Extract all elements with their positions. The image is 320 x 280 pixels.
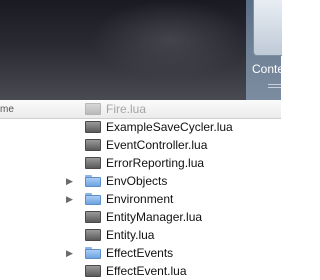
folder-icon (85, 193, 101, 205)
file-row[interactable]: EntityManager.lua (0, 208, 281, 226)
lua-file-icon (85, 211, 101, 223)
scrolled-file-label: Fire.lua (106, 102, 147, 116)
file-name-label: Environment (106, 192, 174, 206)
column-header: me Fire.lua (0, 100, 281, 119)
scrolled-file-item: Fire.lua (85, 102, 146, 116)
file-name-label: EventController.lua (106, 138, 208, 152)
file-name-label: EntityManager.lua (106, 210, 203, 224)
folder-icon (85, 175, 101, 187)
lua-file-icon (85, 229, 101, 241)
file-name-label: EnvObjects (106, 174, 168, 188)
lua-file-icon (85, 157, 101, 169)
folder-row[interactable]: ▶ EffectEvents (0, 244, 281, 262)
toolbar-blur (90, 0, 250, 80)
file-name-label: EffectEvents (106, 246, 174, 260)
side-panel-label: Conte (252, 62, 285, 76)
file-name-label: ErrorReporting.lua (106, 156, 205, 170)
name-column-header[interactable]: me (0, 104, 14, 115)
disclosure-triangle-icon[interactable]: ▶ (66, 248, 73, 259)
file-list: ExampleSaveCycler.lua EventController.lua… (0, 118, 281, 280)
file-row[interactable]: EventController.lua (0, 136, 281, 154)
lua-file-icon (85, 265, 101, 277)
file-name-label: ExampleSaveCycler.lua (106, 120, 233, 134)
disclosure-triangle-icon[interactable]: ▶ (66, 176, 73, 187)
folder-icon (85, 247, 101, 259)
file-row[interactable]: EffectEvent.lua (0, 262, 281, 280)
file-name-label: Entity.lua (106, 228, 155, 242)
folder-row[interactable]: ▶ EnvObjects (0, 172, 281, 190)
disclosure-triangle-icon[interactable]: ▶ (66, 194, 73, 205)
lua-file-icon (85, 139, 101, 151)
folder-row[interactable]: ▶ Environment (0, 190, 281, 208)
lua-file-icon (85, 103, 101, 115)
lua-file-icon (85, 121, 101, 133)
file-row[interactable]: Entity.lua (0, 226, 281, 244)
preview-thumbnail[interactable] (253, 0, 282, 56)
file-row[interactable]: ExampleSaveCycler.lua (0, 118, 281, 136)
file-row[interactable]: ErrorReporting.lua (0, 154, 281, 172)
resize-grip-icon[interactable] (268, 84, 281, 85)
